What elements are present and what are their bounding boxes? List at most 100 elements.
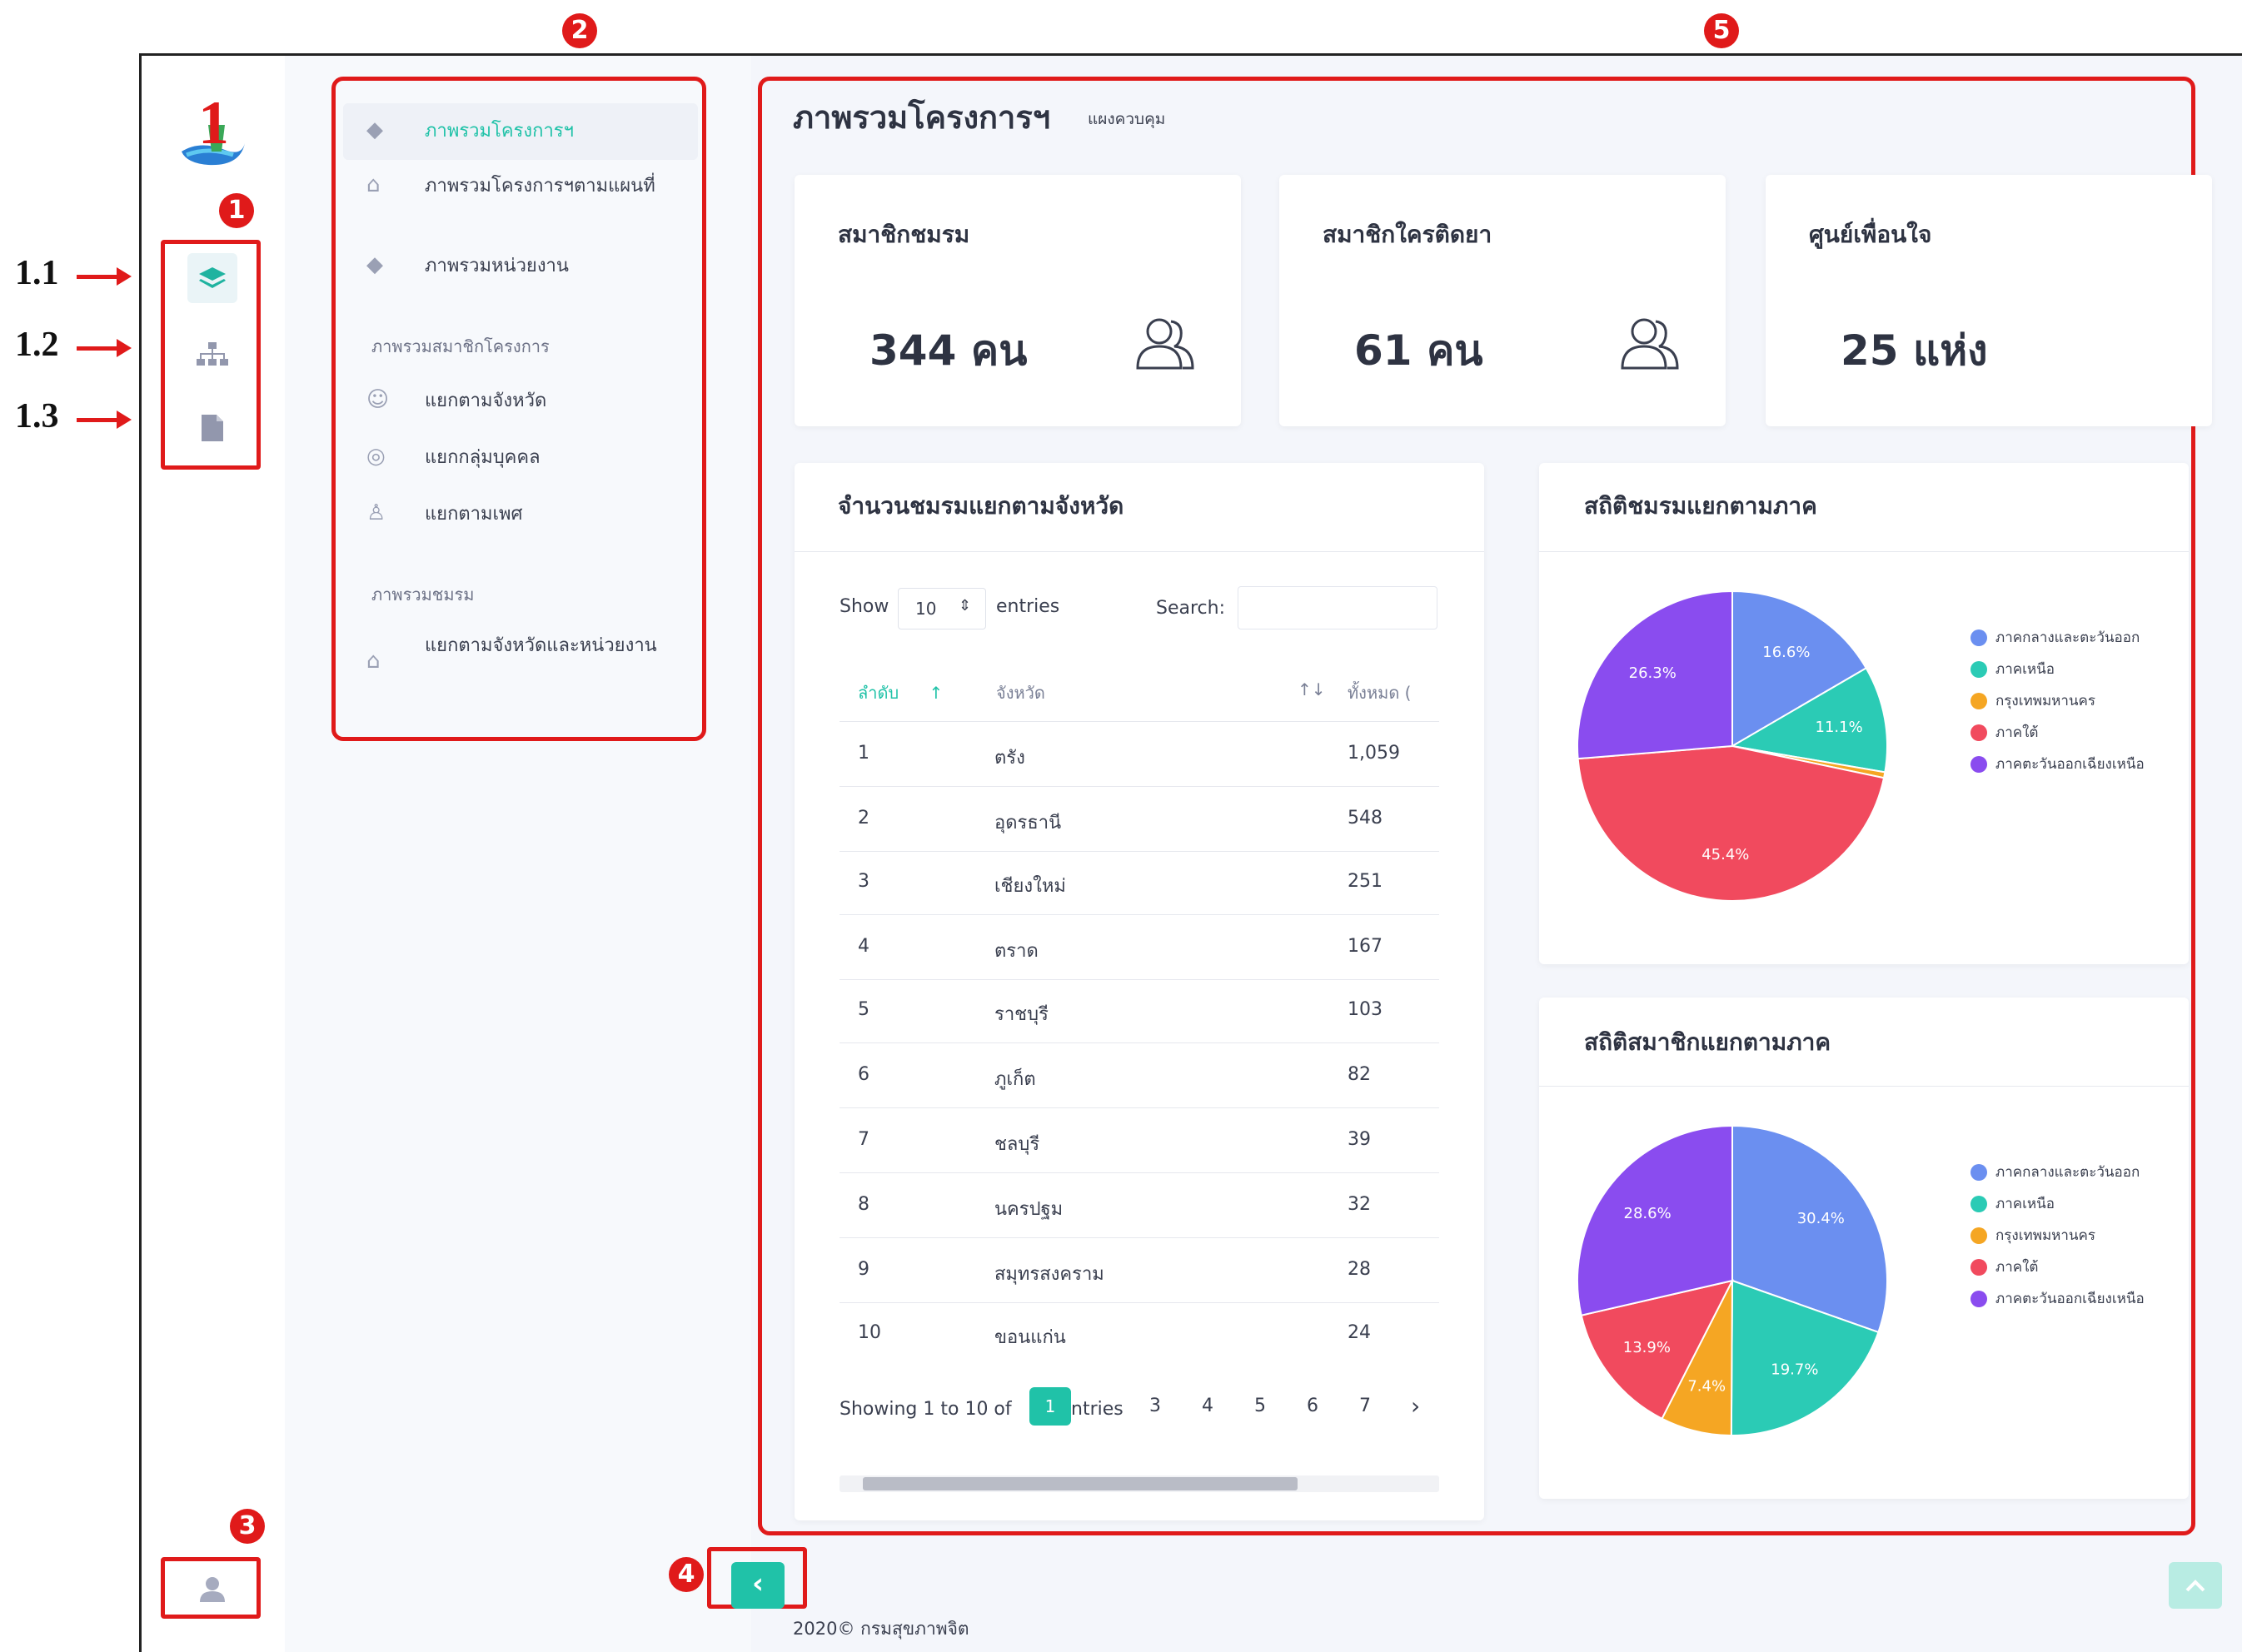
column-header-province[interactable]: จังหวัด <box>996 679 1045 706</box>
page-button-4[interactable]: 4 <box>1202 1396 1213 1416</box>
legend-label: ภาคเหนือ <box>1995 1196 2055 1212</box>
chevron-updown-icon: ⇕ <box>959 597 972 615</box>
legend-item[interactable]: ภาคเหนือ <box>1970 1192 2055 1215</box>
legend-swatch <box>1970 692 1987 709</box>
annotation-arrow-1-2 <box>77 339 132 357</box>
legend-swatch <box>1970 660 1987 678</box>
annotation-label-1-1: 1.1 <box>15 254 59 292</box>
row-divider <box>840 1042 1439 1043</box>
stat-card-club-members: สมาชิกชมรม 344 คน <box>795 175 1241 426</box>
row-divider <box>840 786 1439 787</box>
row-divider <box>840 1302 1439 1303</box>
legend-item[interactable]: ภาคตะวันออกเฉียงเหนือ <box>1970 753 2145 775</box>
annotation-box-1 <box>161 240 261 470</box>
legend-item[interactable]: ภาคกลางและตะวันออก <box>1970 626 2140 649</box>
legend-swatch <box>1970 1258 1987 1276</box>
row-divider <box>840 914 1439 915</box>
chart-legend: ภาคกลางและตะวันออกภาคเหนือกรุงเทพมหานครภ… <box>1970 1161 2187 1327</box>
legend-swatch <box>1970 755 1987 773</box>
annotation-box-3 <box>161 1557 261 1619</box>
annotation-arrow-1-1 <box>77 267 132 286</box>
annotation-number-2: 2 <box>562 13 597 48</box>
collapse-sidebar-button[interactable]: ‹ <box>731 1562 785 1609</box>
legend-label: ภาคกลางและตะวันออก <box>1995 629 2140 646</box>
card-divider <box>1539 1086 2189 1087</box>
legend-item[interactable]: ภาคกลางและตะวันออก <box>1970 1161 2140 1183</box>
column-header-order[interactable]: ลำดับ ↑ <box>858 679 943 706</box>
search-label: Search: <box>1156 598 1225 619</box>
entries-select[interactable]: 10 ⇕ <box>898 588 986 629</box>
card-divider <box>1539 551 2189 552</box>
page-button-5[interactable]: 5 <box>1254 1396 1266 1416</box>
pie-value-label: 30.4% <box>1797 1210 1845 1227</box>
legend-swatch <box>1970 1195 1987 1212</box>
stat-card-addicted-members: สมาชิกใครติดยา 61 คน <box>1279 175 1726 426</box>
card-divider <box>795 551 1484 552</box>
pie-slice[interactable] <box>1577 744 1886 902</box>
horizontal-scrollbar[interactable] <box>840 1475 1439 1492</box>
column-header-total[interactable]: ทั้งหมด ( <box>1348 679 1411 706</box>
legend-swatch <box>1970 629 1987 646</box>
scroll-top-button[interactable] <box>2169 1562 2222 1609</box>
legend-swatch <box>1970 724 1987 741</box>
users-icon <box>1136 318 1194 370</box>
legend-swatch <box>1970 1290 1987 1307</box>
annotation-number-1: 1 <box>219 193 254 228</box>
legend-item[interactable]: กรุงเทพมหานคร <box>1970 1224 2095 1246</box>
row-divider <box>840 851 1439 852</box>
legend-label: กรุงเทพมหานคร <box>1995 693 2096 709</box>
nav-section-clubs: ภาพรวมชมรม <box>371 585 475 605</box>
map-icon: ⌂ <box>366 172 381 197</box>
next-page-button[interactable]: › <box>1411 1392 1420 1420</box>
showing-info-tail: ntries <box>1071 1399 1123 1420</box>
users-icon: ☺ <box>366 387 390 412</box>
legend-label: ภาคใต้ <box>1995 724 2039 741</box>
row-divider <box>840 1172 1439 1173</box>
table-header-divider <box>840 721 1439 722</box>
footer-text: 2020© กรมสุขภาพจิต <box>793 1619 969 1639</box>
users-icon <box>1621 318 1679 370</box>
annotation-number-4: 4 <box>669 1557 704 1592</box>
pie-value-label: 7.4% <box>1687 1378 1726 1396</box>
legend-label: ภาคตะวันออกเฉียงเหนือ <box>1995 1291 2145 1307</box>
page-button-6[interactable]: 6 <box>1307 1396 1318 1416</box>
legend-label: ภาคกลางและตะวันออก <box>1995 1164 2140 1181</box>
page-subtitle: แผงควบคุม <box>1088 110 1166 128</box>
group-icon: ◎ <box>366 444 386 469</box>
stat-card-centers: ศูนย์เพื่อนใจ 25 แห่ง <box>1766 175 2212 426</box>
legend-swatch <box>1970 1163 1987 1181</box>
page-button-1[interactable]: 1 <box>1029 1387 1071 1426</box>
scrollbar-thumb[interactable] <box>863 1477 1298 1490</box>
legend-label: ภาคใต้ <box>1995 1259 2039 1276</box>
pie-value-label: 28.6% <box>1624 1205 1672 1222</box>
home-icon: ⌂ <box>366 649 381 674</box>
page-button-3[interactable]: 3 <box>1149 1396 1161 1416</box>
legend-label: ภาคเหนือ <box>1995 661 2055 678</box>
pie-value-label: 16.6% <box>1762 644 1810 661</box>
search-input[interactable] <box>1238 586 1437 629</box>
pie-value-label: 13.9% <box>1623 1339 1671 1356</box>
legend-swatch <box>1970 1227 1987 1244</box>
page-button-7[interactable]: 7 <box>1359 1396 1371 1416</box>
annotation-arrow-1-3 <box>77 411 132 429</box>
legend-item[interactable]: ภาคตะวันออกเฉียงเหนือ <box>1970 1287 2145 1310</box>
pie-value-label: 11.1% <box>1816 719 1863 736</box>
logo[interactable]: 1 <box>175 89 250 175</box>
legend-item[interactable]: ภาคใต้ <box>1970 1256 2038 1278</box>
legend-item[interactable]: ภาคใต้ <box>1970 721 2038 744</box>
annotation-number-5: 5 <box>1704 13 1739 48</box>
pie-value-label: 26.3% <box>1629 664 1677 682</box>
row-divider <box>840 979 1439 980</box>
showing-info: Showing 1 to 10 of <box>840 1399 1012 1420</box>
sort-icon: ↑↓ <box>1298 679 1326 699</box>
annotation-label-1-3: 1.3 <box>15 397 59 435</box>
annotation-label-1-2: 1.2 <box>15 326 59 364</box>
pie-value-label: 19.7% <box>1771 1361 1818 1379</box>
show-label: Show <box>840 596 889 617</box>
row-divider <box>840 1237 1439 1238</box>
legend-item[interactable]: กรุงเทพมหานคร <box>1970 689 2095 712</box>
nav-section-members: ภาพรวมสมาชิกโครงการ <box>371 336 550 356</box>
page-title: ภาพรวมโครงการฯ <box>793 99 1051 136</box>
pie-value-label: 45.4% <box>1701 846 1749 863</box>
legend-item[interactable]: ภาคเหนือ <box>1970 658 2055 680</box>
